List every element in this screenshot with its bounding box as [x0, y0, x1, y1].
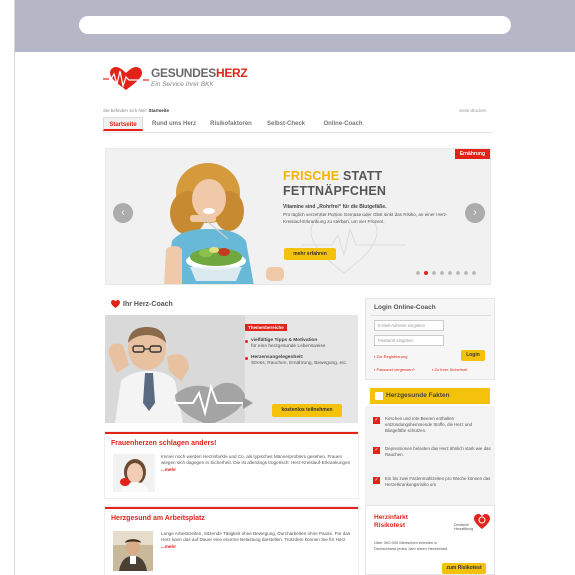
logo-subtitle: Ein Service Ihrer BKK: [151, 81, 214, 88]
slider-pagination: [416, 271, 476, 275]
login-panel: Login Online-Coach E-Mail-Adresse eingeb…: [365, 298, 495, 380]
list-item: vielfältige Tipps & Motivation für eine h…: [245, 338, 353, 351]
web-page: GESUNDESHERZ Ein Service Ihrer BKK Sie b…: [15, 52, 575, 575]
print-page-link[interactable]: Seite drucken: [459, 108, 487, 113]
herzstiftung-logo: Deutsche Herzstiftung: [454, 514, 490, 534]
coach-teaser: Themenbereiche vielfältige Tipps & Motiv…: [105, 315, 358, 423]
browser-window: GESUNDESHERZ Ein Service Ihrer BKK Sie b…: [14, 0, 575, 575]
slider-dot[interactable]: [456, 271, 460, 275]
hero-slider: Ernährung FRISCHE STATT FETTNÄPFCHEN Vit…: [105, 148, 491, 285]
breadcrumb: Sie befinden sich hier: Startseite: [103, 108, 169, 113]
login-button[interactable]: Login: [461, 350, 485, 361]
browser-toolbar: [15, 0, 575, 52]
hero-more-button[interactable]: mehr erfahren: [284, 248, 336, 260]
list-item: ✓ Ein bis zwei Fastenmahlzeiten pro Woch…: [373, 476, 491, 488]
coach-join-button[interactable]: kostenlos teilnehmen: [272, 404, 342, 417]
logo-title: GESUNDESHERZ: [151, 66, 248, 80]
breadcrumb-current[interactable]: Startseite: [149, 108, 170, 113]
read-more-link[interactable]: ...mehr: [161, 544, 176, 549]
email-field[interactable]: E-Mail-Adresse eingeben: [374, 320, 444, 331]
main-navigation: Startseite Rund ums Herz Risikofaktoren …: [103, 115, 493, 133]
address-bar[interactable]: [79, 16, 511, 34]
divider: [370, 315, 491, 316]
coach-heading: Ihr Herz-Coach: [111, 300, 173, 308]
login-title: Login Online-Coach: [374, 304, 436, 311]
risk-test-panel: Herzinfarkt Risikotest Deutsche Herzstiftu…: [365, 505, 495, 575]
site-logo[interactable]: GESUNDESHERZ Ein Service Ihrer BKK: [103, 64, 248, 94]
article-card-frauenherzen[interactable]: Frauenherzen schlagen anders! Immer noch…: [105, 432, 358, 498]
slider-dot[interactable]: [440, 271, 444, 275]
check-icon: ✓: [373, 447, 380, 454]
card-text: Lange Arbeitszeiten, Sitzende Tätigkeit …: [161, 531, 351, 549]
nav-item-rund-ums-herz[interactable]: Rund ums Herz: [147, 117, 201, 131]
hero-text: Vitamine sind „Rohrfrei“ für die Blutgef…: [283, 204, 448, 224]
hero-title: FRISCHE STATT FETTNÄPFCHEN: [283, 169, 387, 198]
card-title[interactable]: Herzgesund am Arbeitsplatz: [111, 515, 205, 522]
password-field[interactable]: Passwort eingeben: [374, 335, 444, 346]
heart-logo-icon: [474, 514, 490, 529]
coach-feature-list: vielfältige Tipps & Motivation für eine h…: [245, 338, 353, 371]
slider-dot[interactable]: [448, 271, 452, 275]
slider-dot[interactable]: [432, 271, 436, 275]
slider-dot[interactable]: [464, 271, 468, 275]
check-icon: ✓: [373, 477, 380, 484]
card-title[interactable]: Frauenherzen schlagen anders!: [111, 440, 216, 447]
check-icon: ✓: [373, 417, 380, 424]
theme-badge: Themenbereiche: [245, 324, 287, 331]
nav-item-startseite[interactable]: Startseite: [103, 117, 143, 131]
list-item: ✓ Depressionen belasten das Herz ähnlich…: [373, 446, 491, 458]
risk-title: Herzinfarkt Risikotest: [374, 514, 408, 529]
slider-next-arrow-icon[interactable]: ›: [465, 203, 485, 223]
slider-dot[interactable]: [424, 271, 428, 275]
article-card-arbeitsplatz[interactable]: Herzgesund am Arbeitsplatz Lange Arbeits…: [105, 507, 358, 575]
facts-heading: Herzgesunde Fakten: [370, 388, 490, 404]
nav-item-selbst-check[interactable]: Selbst-Check: [261, 117, 311, 131]
security-link[interactable]: ▪ Zu Ihrer Sicherheit: [432, 367, 467, 372]
slider-prev-arrow-icon[interactable]: ‹: [113, 203, 133, 223]
heart-pulse-icon: [103, 67, 149, 90]
forgot-password-link[interactable]: ▪ Passwort vergessen?: [374, 367, 415, 372]
risk-text: Über 300.000 Menschen erleiden in Deutsc…: [374, 540, 449, 551]
slider-dot[interactable]: [416, 271, 420, 275]
card-image-office-man: [113, 531, 153, 571]
list-item: ✓ Kirschen und rote Beeren enthalten ent…: [373, 416, 473, 434]
card-text: Immer noch werden Herzinfarkte und Co. a…: [161, 454, 351, 472]
slider-dot[interactable]: [472, 271, 476, 275]
nav-item-risikofaktoren[interactable]: Risikofaktoren: [203, 117, 259, 131]
read-more-link[interactable]: ...mehr: [161, 467, 176, 472]
nav-item-online-coach[interactable]: Online-Coach: [315, 117, 371, 131]
heart-icon: [111, 300, 120, 308]
list-item: Herzensangelegenheit: Stress, Rauchen, Er…: [245, 355, 353, 368]
breadcrumb-prefix: Sie befinden sich hier:: [103, 108, 148, 113]
register-link[interactable]: ▪ Zur Registrierung: [374, 354, 407, 359]
hero-category-badge: Ernährung: [454, 149, 490, 159]
card-image-woman: [113, 454, 155, 492]
risk-test-button[interactable]: zum Risikotest: [442, 563, 486, 574]
